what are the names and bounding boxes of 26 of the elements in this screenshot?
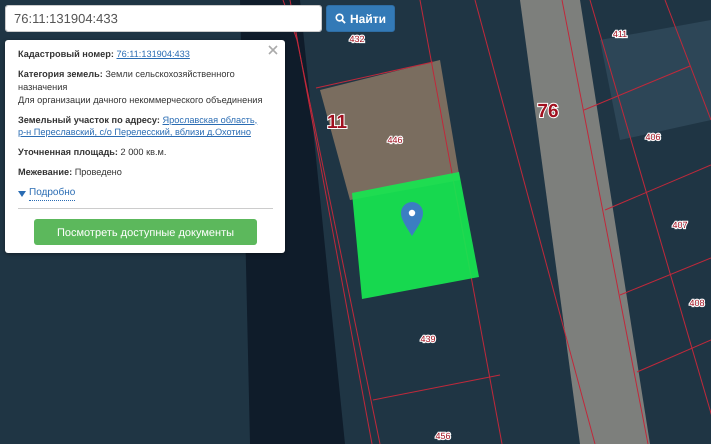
- field-text: Уточненная площадь: 2 000 кв.м.: [18, 146, 166, 160]
- parcel-number: 432: [349, 34, 365, 44]
- parcel-highlight[interactable]: [352, 172, 479, 299]
- field-text: Категория земель: Земли сельскохозяйственного назначения Для организации дачного некоммерческого объединения: [18, 68, 264, 106]
- address-link[interactable]: р-н Переславский, с/о Перелесский, вблизи д.Охотино: [18, 127, 251, 138]
- close-button[interactable]: [268, 45, 278, 55]
- parcel-number: 11: [326, 112, 348, 133]
- parcel-number: 446: [387, 135, 403, 145]
- search-icon: [335, 13, 346, 24]
- field-text: Кадастровый номер: 76:11:131904:433: [18, 48, 190, 61]
- parcel-number: 408: [689, 298, 705, 308]
- parcel-number: 406: [645, 132, 661, 142]
- parcel-number: 411: [612, 29, 628, 39]
- caret-icon: [18, 190, 26, 196]
- map-pin-icon[interactable]: [401, 202, 423, 236]
- search-field[interactable]: 76:11:131904:433: [5, 5, 322, 32]
- parcel-number: 407: [672, 220, 688, 230]
- parcel-number: 439: [420, 334, 436, 344]
- parcel-number: 76: [537, 101, 559, 122]
- parcel-number: 456: [435, 431, 451, 441]
- field-text: Межевание: Проведено: [18, 166, 122, 179]
- details-toggle[interactable]: Подробно: [18, 186, 76, 201]
- address-link[interactable]: Ярославская область,: [162, 114, 258, 124]
- search-button[interactable]: Найти: [326, 5, 395, 32]
- address-link[interactable]: 76:11:131904:433: [116, 49, 190, 59]
- field-text: Земельный участок по адресу: Ярославская область, р-н Переславский, с/о Перелесский, вблизи д.Охотино: [18, 114, 258, 140]
